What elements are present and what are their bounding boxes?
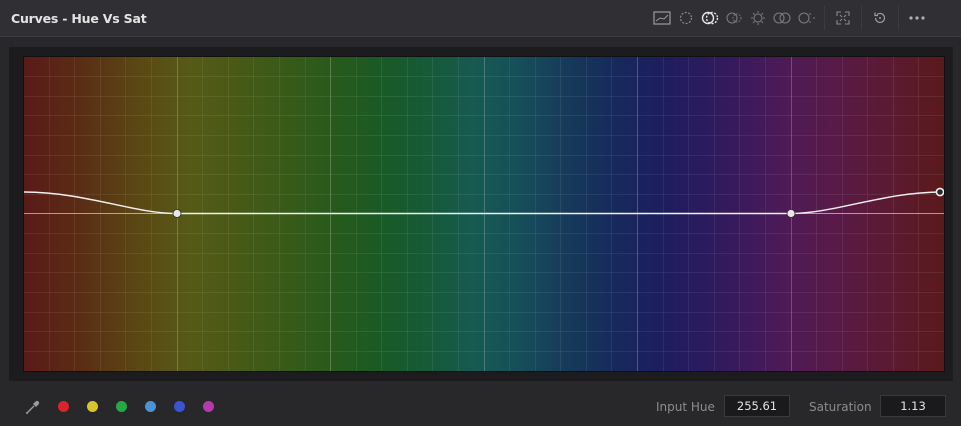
control-point[interactable]	[786, 209, 796, 218]
hue-channel-icon[interactable]	[674, 6, 698, 30]
sat-sat-icon[interactable]	[770, 6, 794, 30]
yellow-swatch[interactable]	[87, 401, 98, 412]
toolbar-divider	[861, 6, 862, 30]
toolbar-divider	[824, 6, 825, 30]
curves-toolbar	[650, 4, 929, 32]
curve-canvas[interactable]	[24, 57, 944, 371]
green-swatch[interactable]	[116, 401, 127, 412]
sat-lum-icon[interactable]	[794, 6, 818, 30]
input-hue-label: Input Hue	[656, 400, 715, 414]
magenta-swatch[interactable]	[203, 401, 214, 412]
reset-graph-icon[interactable]	[650, 6, 674, 30]
lum-sat-icon[interactable]	[746, 6, 770, 30]
hue-lum-icon[interactable]	[722, 6, 746, 30]
cyan-swatch[interactable]	[145, 401, 156, 412]
saturation-field[interactable]: 1.13	[880, 395, 946, 417]
hue-vs-sat-graph[interactable]	[23, 56, 945, 372]
curve-graph-panel	[9, 47, 953, 381]
input-hue-field[interactable]: 255.61	[724, 395, 790, 417]
panel-header: Curves - Hue Vs Sat	[0, 0, 961, 37]
blue-swatch[interactable]	[174, 401, 185, 412]
hue-sat-curve	[24, 191, 943, 215]
saturation-label: Saturation	[809, 400, 872, 414]
curve-footer: Input Hue 255.61 Saturation 1.13	[0, 388, 961, 426]
hue-sat-icon[interactable]	[698, 6, 722, 30]
toolbar-divider	[898, 6, 899, 30]
red-swatch[interactable]	[58, 401, 69, 412]
more-options-icon[interactable]	[905, 6, 929, 30]
eyedropper-icon[interactable]	[24, 398, 42, 416]
control-point[interactable]	[172, 209, 182, 218]
reset-icon[interactable]	[868, 6, 892, 30]
control-point-selected[interactable]	[935, 187, 944, 197]
panel-title: Curves - Hue Vs Sat	[11, 11, 147, 26]
expand-icon[interactable]	[831, 6, 855, 30]
